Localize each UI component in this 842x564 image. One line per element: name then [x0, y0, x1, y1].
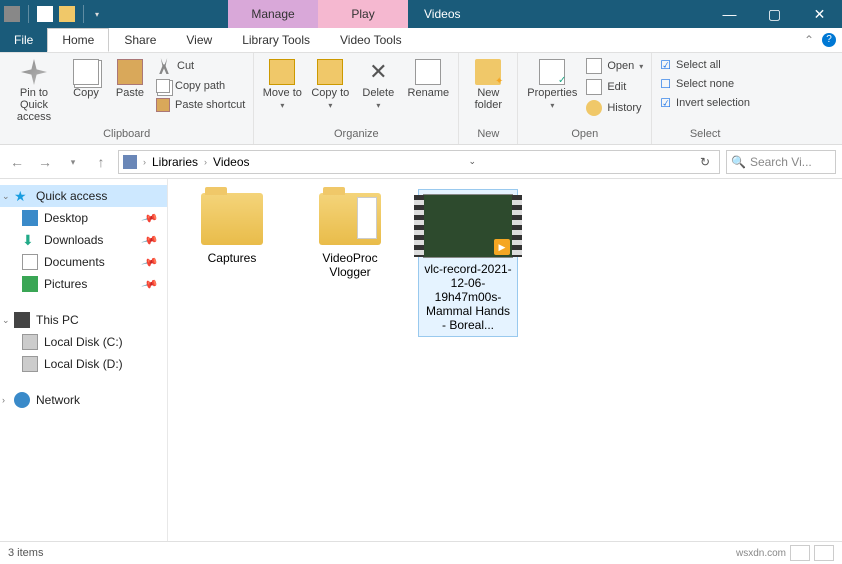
sidebar-drive-c[interactable]: Local Disk (C:)	[0, 331, 167, 353]
sidebar-this-pc[interactable]: ⌄This PC	[0, 309, 167, 331]
delete-button[interactable]: ✕Delete▾	[356, 57, 400, 112]
history-button[interactable]: History	[584, 99, 645, 117]
paste-button[interactable]: Paste	[110, 57, 150, 101]
move-to-button[interactable]: Move to▾	[260, 57, 304, 112]
group-open: Open	[524, 128, 645, 142]
copy-button[interactable]: Copy	[66, 57, 106, 101]
folder-icon	[201, 193, 263, 245]
ribbon: Pin to Quick access Copy Paste Cut Copy …	[0, 53, 842, 145]
file-list[interactable]: Captures VideoProc Vlogger ▶ vlc-record-…	[168, 179, 842, 541]
file-vlc-record[interactable]: ▶ vlc-record-2021-12-06-19h47m00s-Mammal…	[418, 189, 518, 337]
tab-library-tools[interactable]: Library Tools	[227, 28, 325, 52]
context-tab-manage[interactable]: Manage	[228, 0, 318, 28]
tab-home[interactable]: Home	[47, 28, 109, 52]
qat-folder-icon[interactable]	[59, 6, 75, 22]
view-details-button[interactable]	[790, 545, 810, 561]
sidebar-item-downloads[interactable]: ⬇Downloads📌	[0, 229, 167, 251]
folder-captures[interactable]: Captures	[182, 189, 282, 269]
recent-dropdown[interactable]: ▾	[62, 151, 84, 173]
select-all-button[interactable]: ☑Select all	[658, 57, 752, 73]
open-button[interactable]: Open▾	[584, 57, 645, 75]
menu-tabs: File Home Share View Library Tools Video…	[0, 28, 842, 53]
folder-videoproc[interactable]: VideoProc Vlogger	[300, 189, 400, 283]
up-button[interactable]: ↑	[90, 151, 112, 173]
item-count: 3 items	[8, 547, 43, 559]
play-overlay-icon: ▶	[494, 239, 510, 255]
status-bar: 3 items wsxdn.com	[0, 541, 842, 564]
copy-to-button[interactable]: Copy to▾	[308, 57, 352, 112]
folder-icon	[319, 193, 381, 245]
properties-button[interactable]: Properties▾	[524, 57, 580, 112]
sidebar-drive-d[interactable]: Local Disk (D:)	[0, 353, 167, 375]
sidebar-item-desktop[interactable]: Desktop📌	[0, 207, 167, 229]
qat-customize-icon[interactable]: ▾	[92, 10, 102, 19]
navigation-bar: ← → ▾ ↑ › Libraries › Videos ⌄ ↻ 🔍 Searc…	[0, 145, 842, 179]
sidebar-item-pictures[interactable]: Pictures📌	[0, 273, 167, 295]
app-icon	[4, 6, 20, 22]
new-folder-button[interactable]: New folder	[465, 57, 511, 113]
sidebar-network[interactable]: ›Network	[0, 389, 167, 411]
invert-selection-button[interactable]: ☑Invert selection	[658, 95, 752, 111]
pin-to-quick-access-button[interactable]: Pin to Quick access	[6, 57, 62, 125]
rename-button[interactable]: Rename	[404, 57, 452, 101]
video-thumbnail: ▶	[423, 194, 513, 258]
refresh-button[interactable]: ↻	[695, 155, 715, 169]
view-thumbnails-button[interactable]	[814, 545, 834, 561]
navigation-pane: ⌄★Quick access Desktop📌 ⬇Downloads📌 Docu…	[0, 179, 168, 541]
group-organize: Organize	[260, 128, 452, 142]
ribbon-collapse-icon[interactable]: ⌃	[804, 33, 814, 47]
address-bar[interactable]: › Libraries › Videos ⌄ ↻	[118, 150, 720, 174]
titlebar: ▾ Manage Play Videos — ▢ ✕	[0, 0, 842, 28]
tab-view[interactable]: View	[171, 28, 227, 52]
close-button[interactable]: ✕	[797, 0, 842, 28]
watermark: wsxdn.com	[736, 548, 786, 559]
forward-button[interactable]: →	[34, 151, 56, 173]
sidebar-quick-access[interactable]: ⌄★Quick access	[0, 185, 167, 207]
sidebar-item-documents[interactable]: Documents📌	[0, 251, 167, 273]
group-clipboard: Clipboard	[6, 128, 247, 142]
qat-icon[interactable]	[37, 6, 53, 22]
paste-shortcut-button[interactable]: Paste shortcut	[154, 97, 247, 113]
location-icon	[123, 155, 137, 169]
window-title: Videos	[408, 0, 707, 28]
help-icon[interactable]: ?	[822, 33, 836, 47]
search-input[interactable]: 🔍 Search Vi...	[726, 150, 836, 174]
edit-button[interactable]: Edit	[584, 78, 645, 96]
back-button[interactable]: ←	[6, 151, 28, 173]
cut-button[interactable]: Cut	[154, 57, 247, 75]
breadcrumb-videos[interactable]: Videos	[213, 155, 249, 169]
tab-video-tools[interactable]: Video Tools	[325, 28, 417, 52]
maximize-button[interactable]: ▢	[752, 0, 797, 28]
group-select: Select	[658, 128, 752, 142]
context-tab-play[interactable]: Play	[318, 0, 408, 28]
file-tab[interactable]: File	[0, 28, 47, 52]
copy-path-button[interactable]: Copy path	[154, 78, 247, 94]
search-icon: 🔍	[731, 155, 746, 169]
minimize-button[interactable]: —	[707, 0, 752, 28]
tab-share[interactable]: Share	[109, 28, 171, 52]
select-none-button[interactable]: ☐Select none	[658, 76, 752, 92]
breadcrumb-libraries[interactable]: Libraries	[152, 155, 198, 169]
group-new: New	[465, 128, 511, 142]
address-dropdown-icon[interactable]: ⌄	[462, 156, 482, 167]
